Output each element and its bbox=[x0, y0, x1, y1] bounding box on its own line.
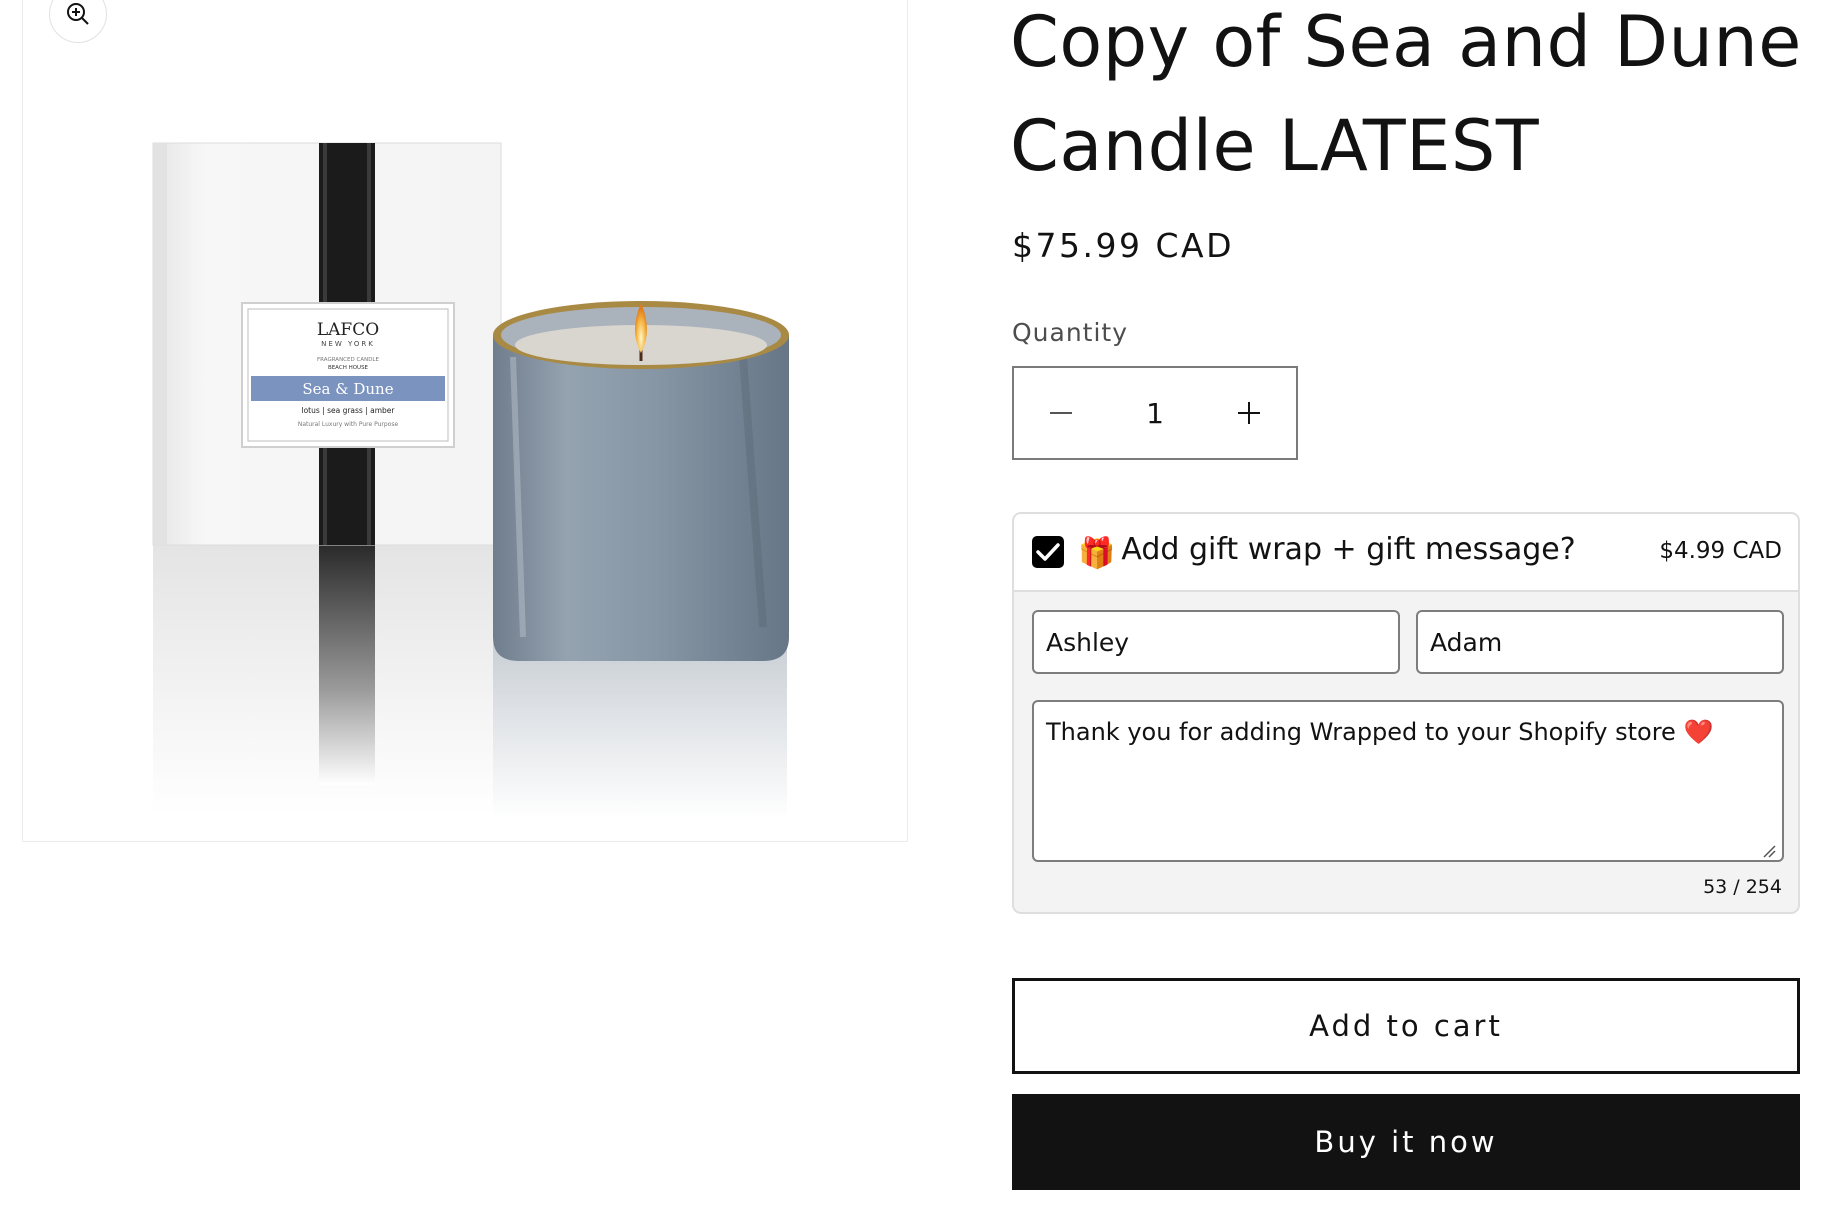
gift-wrap-panel: 🎁 Add gift wrap + gift message? $4.99 CAD… bbox=[1012, 512, 1800, 914]
add-to-cart-button[interactable]: Add to cart bbox=[1012, 978, 1800, 1074]
product-image: LAFCO NEW YORK FRAGRANCED CANDLE BEACH H… bbox=[152, 142, 789, 819]
gift-wrap-price: $4.99 CAD bbox=[1659, 538, 1782, 564]
gift-wrap-header: 🎁 Add gift wrap + gift message? $4.99 CAD bbox=[1014, 514, 1798, 592]
quantity-label: Quantity bbox=[1012, 318, 1129, 347]
gift-icon: 🎁 bbox=[1078, 536, 1116, 571]
product-title: Copy of Sea and Dune Candle LATEST bbox=[1010, 1, 1802, 187]
gift-wrap-label-text: Add gift wrap + gift message? bbox=[1121, 532, 1576, 567]
product-price: $75.99 CAD bbox=[1012, 226, 1234, 265]
checkmark-icon bbox=[1036, 543, 1060, 561]
gift-wrap-label[interactable]: 🎁 Add gift wrap + gift message? bbox=[1078, 532, 1576, 571]
label-brand: LAFCO bbox=[317, 320, 379, 340]
label-line1: FRAGRANCED CANDLE bbox=[317, 357, 379, 363]
gift-from-input[interactable] bbox=[1416, 610, 1784, 674]
gift-message-counter: 53 / 254 bbox=[1703, 876, 1782, 898]
label-scent: Sea & Dune bbox=[302, 380, 393, 398]
product-media[interactable]: LAFCO NEW YORK FRAGRANCED CANDLE BEACH H… bbox=[22, 0, 908, 842]
increase-quantity-button[interactable] bbox=[1202, 368, 1296, 458]
minus-icon bbox=[1050, 412, 1072, 414]
resize-handle-icon[interactable] bbox=[1762, 844, 1776, 858]
plus-icon bbox=[1238, 402, 1260, 424]
gift-to-input[interactable] bbox=[1032, 610, 1400, 674]
quantity-stepper bbox=[1012, 366, 1298, 460]
gift-wrap-checkbox[interactable] bbox=[1032, 536, 1064, 568]
label-line2: BEACH HOUSE bbox=[328, 365, 369, 371]
label-tagline: Natural Luxury with Pure Purpose bbox=[298, 421, 399, 428]
buy-now-button[interactable]: Buy it now bbox=[1012, 1094, 1800, 1190]
gift-message-textarea[interactable]: Thank you for adding Wrapped to your Sho… bbox=[1032, 700, 1784, 862]
label-notes: lotus | sea grass | amber bbox=[302, 406, 396, 415]
quantity-input[interactable] bbox=[1108, 382, 1202, 444]
zoom-in-icon bbox=[67, 3, 89, 25]
decrease-quantity-button[interactable] bbox=[1014, 368, 1108, 458]
label-brand-sub: NEW YORK bbox=[321, 340, 375, 348]
